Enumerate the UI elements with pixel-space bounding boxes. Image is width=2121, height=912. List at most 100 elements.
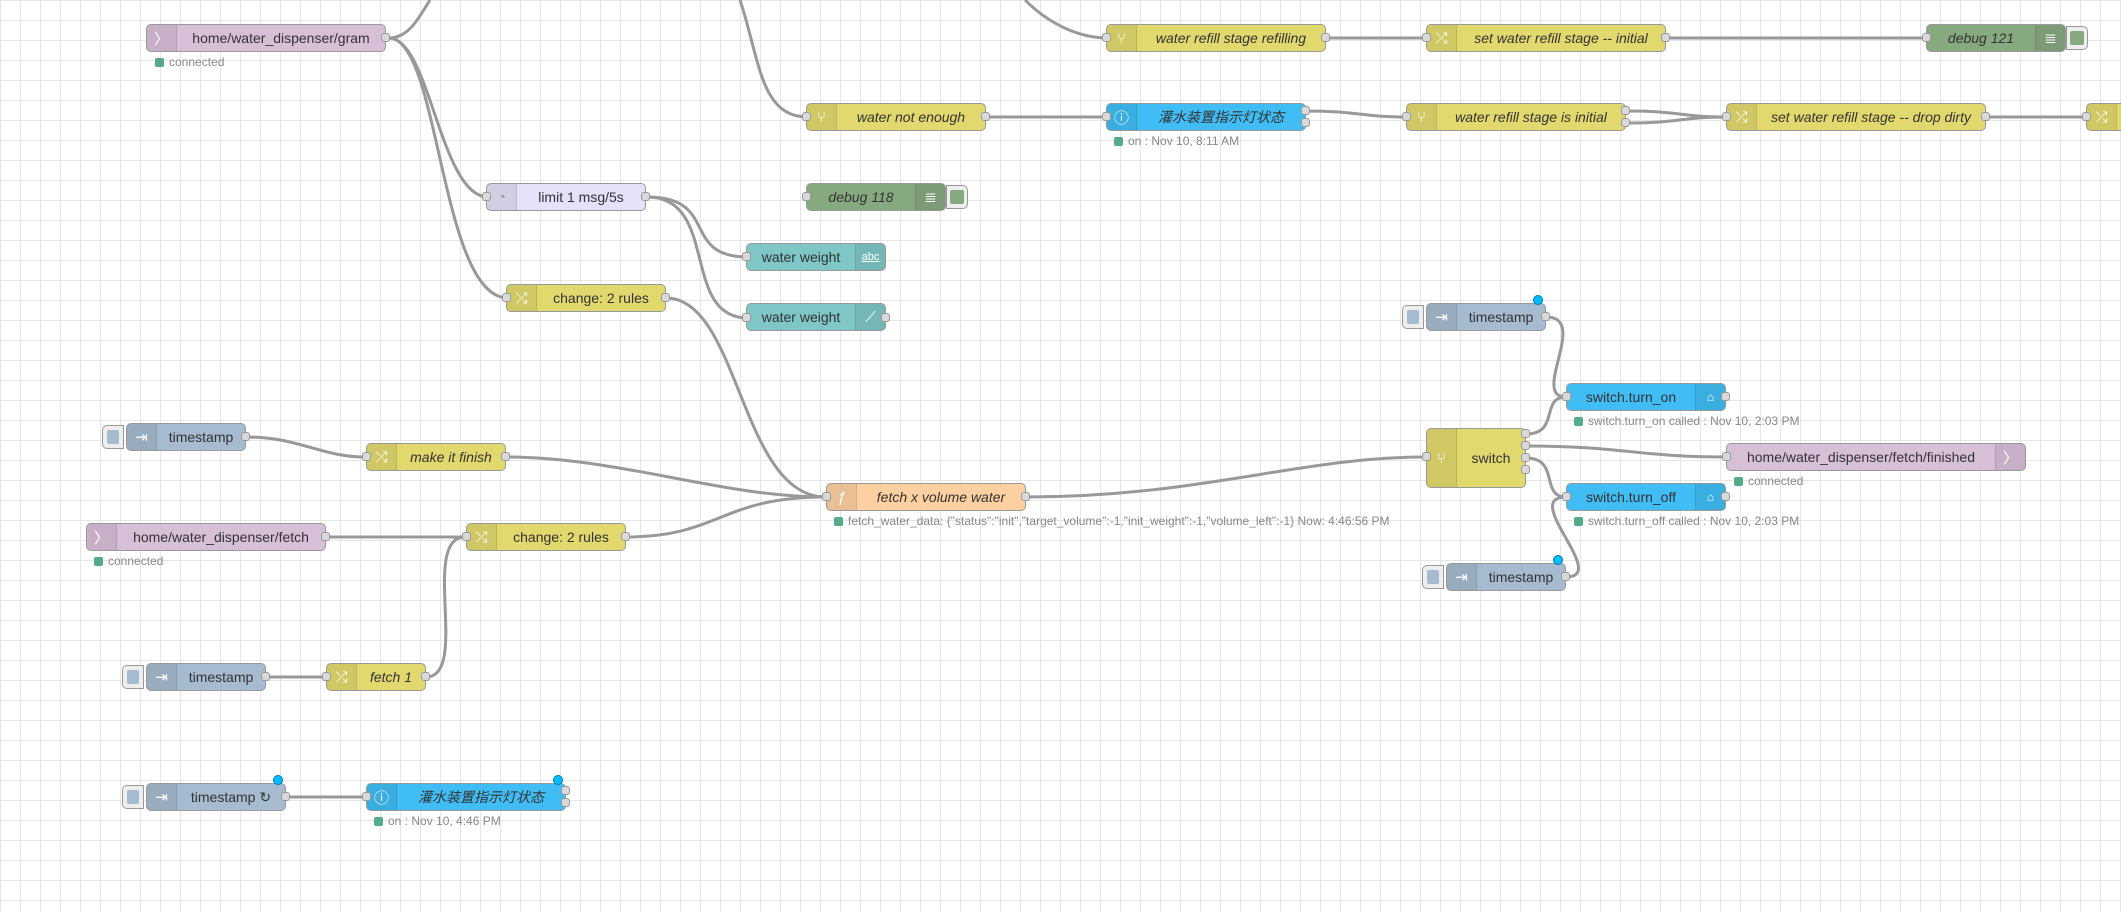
mqtt-out-finished-node[interactable]: home/water_dispenser/fetch/finished 〉: [1726, 443, 2026, 471]
inject-button[interactable]: [1402, 305, 1424, 329]
changed-indicator: [1533, 295, 1543, 305]
output-port[interactable]: [1301, 118, 1310, 127]
output-port[interactable]: [561, 786, 570, 795]
input-port[interactable]: [1722, 112, 1731, 121]
input-port[interactable]: [362, 792, 371, 801]
output-port[interactable]: [1321, 33, 1330, 42]
output-port[interactable]: [1561, 572, 1570, 581]
inject-node-timestamp-fetch[interactable]: ⇥ timestamp: [146, 663, 266, 691]
change-node-2[interactable]: ⤮ change: 2 rules: [466, 523, 626, 551]
inject-button[interactable]: [1422, 565, 1444, 589]
input-port[interactable]: [1102, 112, 1111, 121]
change-node-set-initial[interactable]: ⤮ set water refill stage -- initial: [1426, 24, 1666, 52]
output-port[interactable]: [1521, 429, 1530, 438]
output-port[interactable]: [381, 33, 390, 42]
input-port[interactable]: [1422, 33, 1431, 42]
ha-call-service-turn-off[interactable]: switch.turn_off ⌂: [1566, 483, 1726, 511]
node-label: water weight: [761, 309, 841, 325]
input-port[interactable]: [502, 293, 511, 302]
output-port[interactable]: [261, 672, 270, 681]
change-node-partial[interactable]: ⤮: [2086, 103, 2121, 131]
output-port[interactable]: [881, 313, 890, 322]
output-port[interactable]: [1661, 33, 1670, 42]
input-port[interactable]: [802, 112, 811, 121]
mqtt-in-gram-node[interactable]: 〉 home/water_dispenser/gram: [146, 24, 386, 52]
switch-node-refill-refilling[interactable]: ⑂ water refill stage refilling: [1106, 24, 1326, 52]
change-node-fetch-1[interactable]: ⤮ fetch 1: [326, 663, 426, 691]
output-port[interactable]: [1621, 118, 1630, 127]
output-port[interactable]: [321, 532, 330, 541]
output-port[interactable]: [1541, 312, 1550, 321]
input-port[interactable]: [1102, 33, 1111, 42]
ha-current-state-node-bottom[interactable]: ⓘ 灌水装置指示灯状态: [366, 783, 566, 811]
output-port[interactable]: [421, 672, 430, 681]
output-port[interactable]: [1621, 106, 1630, 115]
input-port[interactable]: [822, 492, 831, 501]
input-port[interactable]: [742, 252, 751, 261]
debug-node-118[interactable]: debug 118 ≣: [806, 183, 946, 211]
change-shuffle-icon: ⤮: [467, 524, 497, 550]
wire: [425, 535, 466, 679]
node-label: debug 121: [1947, 30, 2015, 46]
node-label: timestamp: [168, 429, 234, 445]
node-label: timestamp: [1488, 569, 1554, 585]
output-port[interactable]: [661, 293, 670, 302]
change-node-drop-dirty[interactable]: ⤮ set water refill stage -- drop dirty: [1726, 103, 1986, 131]
inject-node-timestamp-off[interactable]: ⇥ timestamp: [1446, 563, 1566, 591]
dashboard-chart-node[interactable]: water weight ⟋: [746, 303, 886, 331]
output-port[interactable]: [1721, 492, 1730, 501]
info-icon: ⓘ: [367, 784, 397, 810]
ha-call-service-turn-on[interactable]: switch.turn_on ⌂: [1566, 383, 1726, 411]
output-port[interactable]: [1521, 465, 1530, 474]
output-port[interactable]: [1521, 441, 1530, 450]
delay-node[interactable]: ◔ limit 1 msg/5s: [486, 183, 646, 211]
switch-node[interactable]: ⑂ switch: [1426, 428, 1526, 488]
inject-button[interactable]: [122, 785, 144, 809]
change-node-make-finish[interactable]: ⤮ make it finish: [366, 443, 506, 471]
change-node[interactable]: ⤮ change: 2 rules: [506, 284, 666, 312]
debug-node-121[interactable]: debug 121 ≣: [1926, 24, 2066, 52]
input-port[interactable]: [1722, 452, 1731, 461]
input-port[interactable]: [1562, 392, 1571, 401]
debug-toggle-button[interactable]: [2066, 26, 2088, 50]
input-port[interactable]: [322, 672, 331, 681]
input-port[interactable]: [1562, 492, 1571, 501]
flow-canvas[interactable]: 〉 home/water_dispenser/gram connected ◔ …: [0, 0, 2121, 912]
inject-node-timestamp-repeat[interactable]: ⇥ timestamp ↻: [146, 783, 286, 811]
switch-node-refill-initial[interactable]: ⑂ water refill stage is initial: [1406, 103, 1626, 131]
input-port[interactable]: [802, 192, 811, 201]
output-port[interactable]: [281, 792, 290, 801]
dashboard-text-node[interactable]: water weight abc: [746, 243, 886, 271]
input-port[interactable]: [362, 452, 371, 461]
mqtt-in-fetch-node[interactable]: 〉 home/water_dispenser/fetch: [86, 523, 326, 551]
output-port[interactable]: [1721, 392, 1730, 401]
wire: [388, 36, 489, 199]
output-port[interactable]: [561, 798, 570, 807]
input-port[interactable]: [462, 532, 471, 541]
input-port[interactable]: [742, 313, 751, 322]
input-port[interactable]: [1402, 112, 1411, 121]
inject-button[interactable]: [122, 665, 144, 689]
output-port[interactable]: [241, 432, 250, 441]
mqtt-icon: 〉: [1995, 444, 2025, 470]
output-port[interactable]: [981, 112, 990, 121]
output-port[interactable]: [501, 452, 510, 461]
output-port[interactable]: [1301, 106, 1310, 115]
output-port[interactable]: [1021, 492, 1030, 501]
input-port[interactable]: [2082, 112, 2091, 121]
input-port[interactable]: [1922, 33, 1931, 42]
output-port[interactable]: [641, 192, 650, 201]
output-port[interactable]: [621, 532, 630, 541]
inject-button[interactable]: [102, 425, 124, 449]
change-shuffle-icon: ⤮: [2087, 104, 2117, 130]
debug-toggle-button[interactable]: [946, 185, 968, 209]
inject-node-timestamp-on[interactable]: ⇥ timestamp: [1426, 303, 1546, 331]
inject-node-timestamp[interactable]: ⇥ timestamp: [126, 423, 246, 451]
output-port[interactable]: [1521, 453, 1530, 462]
input-port[interactable]: [482, 192, 491, 201]
switch-node-water-not-enough[interactable]: ⑂ water not enough: [806, 103, 986, 131]
function-node-fetch-volume[interactable]: ƒ fetch x volume water: [826, 483, 1026, 511]
output-port[interactable]: [1981, 112, 1990, 121]
ha-current-state-node-top[interactable]: ⓘ 灌水装置指示灯状态: [1106, 103, 1306, 131]
input-port[interactable]: [1422, 452, 1431, 461]
